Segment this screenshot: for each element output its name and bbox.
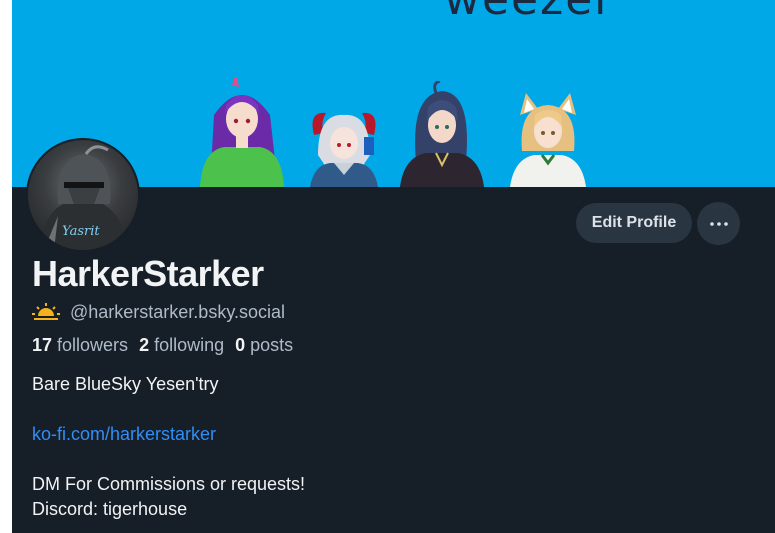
profile-stats: 17 followers 2 following 0 posts — [32, 335, 293, 356]
banner-character-4 — [510, 93, 586, 187]
more-options-button[interactable] — [697, 202, 740, 245]
edit-profile-button[interactable]: Edit Profile — [576, 203, 692, 243]
banner-character-3 — [400, 81, 484, 187]
sun-icon — [32, 303, 60, 320]
banner-character-1 — [200, 77, 284, 187]
banner-text: weezer — [444, 0, 614, 25]
posts-label: posts — [250, 335, 294, 355]
banner-character-2 — [310, 112, 378, 187]
profile-handle: @harkerstarker.bsky.social — [70, 301, 286, 322]
ellipsis-icon — [709, 221, 728, 226]
bio-spacer — [32, 397, 305, 422]
bio-line-4: Discord: tigerhouse — [32, 499, 188, 519]
avatar-caption: Yasrit — [62, 224, 100, 239]
followers-stat[interactable]: 17 followers — [32, 335, 128, 356]
avatar[interactable]: Yasrit — [26, 138, 140, 252]
followers-count: 17 — [32, 335, 53, 355]
display-name: HarkerStarker — [32, 253, 264, 294]
posts-count: 0 — [235, 335, 246, 355]
posts-stat: 0 posts — [235, 335, 293, 356]
followers-label: followers — [57, 335, 129, 355]
bio-line-3: DM For Commissions or requests! — [32, 474, 306, 494]
profile-page: weezer — [12, 0, 775, 533]
following-label: following — [154, 335, 225, 355]
kofi-link[interactable]: ko-fi.com/harkerstarker — [32, 424, 216, 444]
handle-row: @harkerstarker.bsky.social — [32, 300, 285, 324]
following-stat[interactable]: 2 following — [139, 335, 224, 356]
bio-line-1: Bare BlueSky Yesen'try — [32, 374, 219, 394]
profile-bio: Bare BlueSky Yesen'try ko-fi.com/harkers… — [32, 372, 305, 522]
bio-spacer — [32, 447, 305, 472]
following-count: 2 — [139, 335, 150, 355]
